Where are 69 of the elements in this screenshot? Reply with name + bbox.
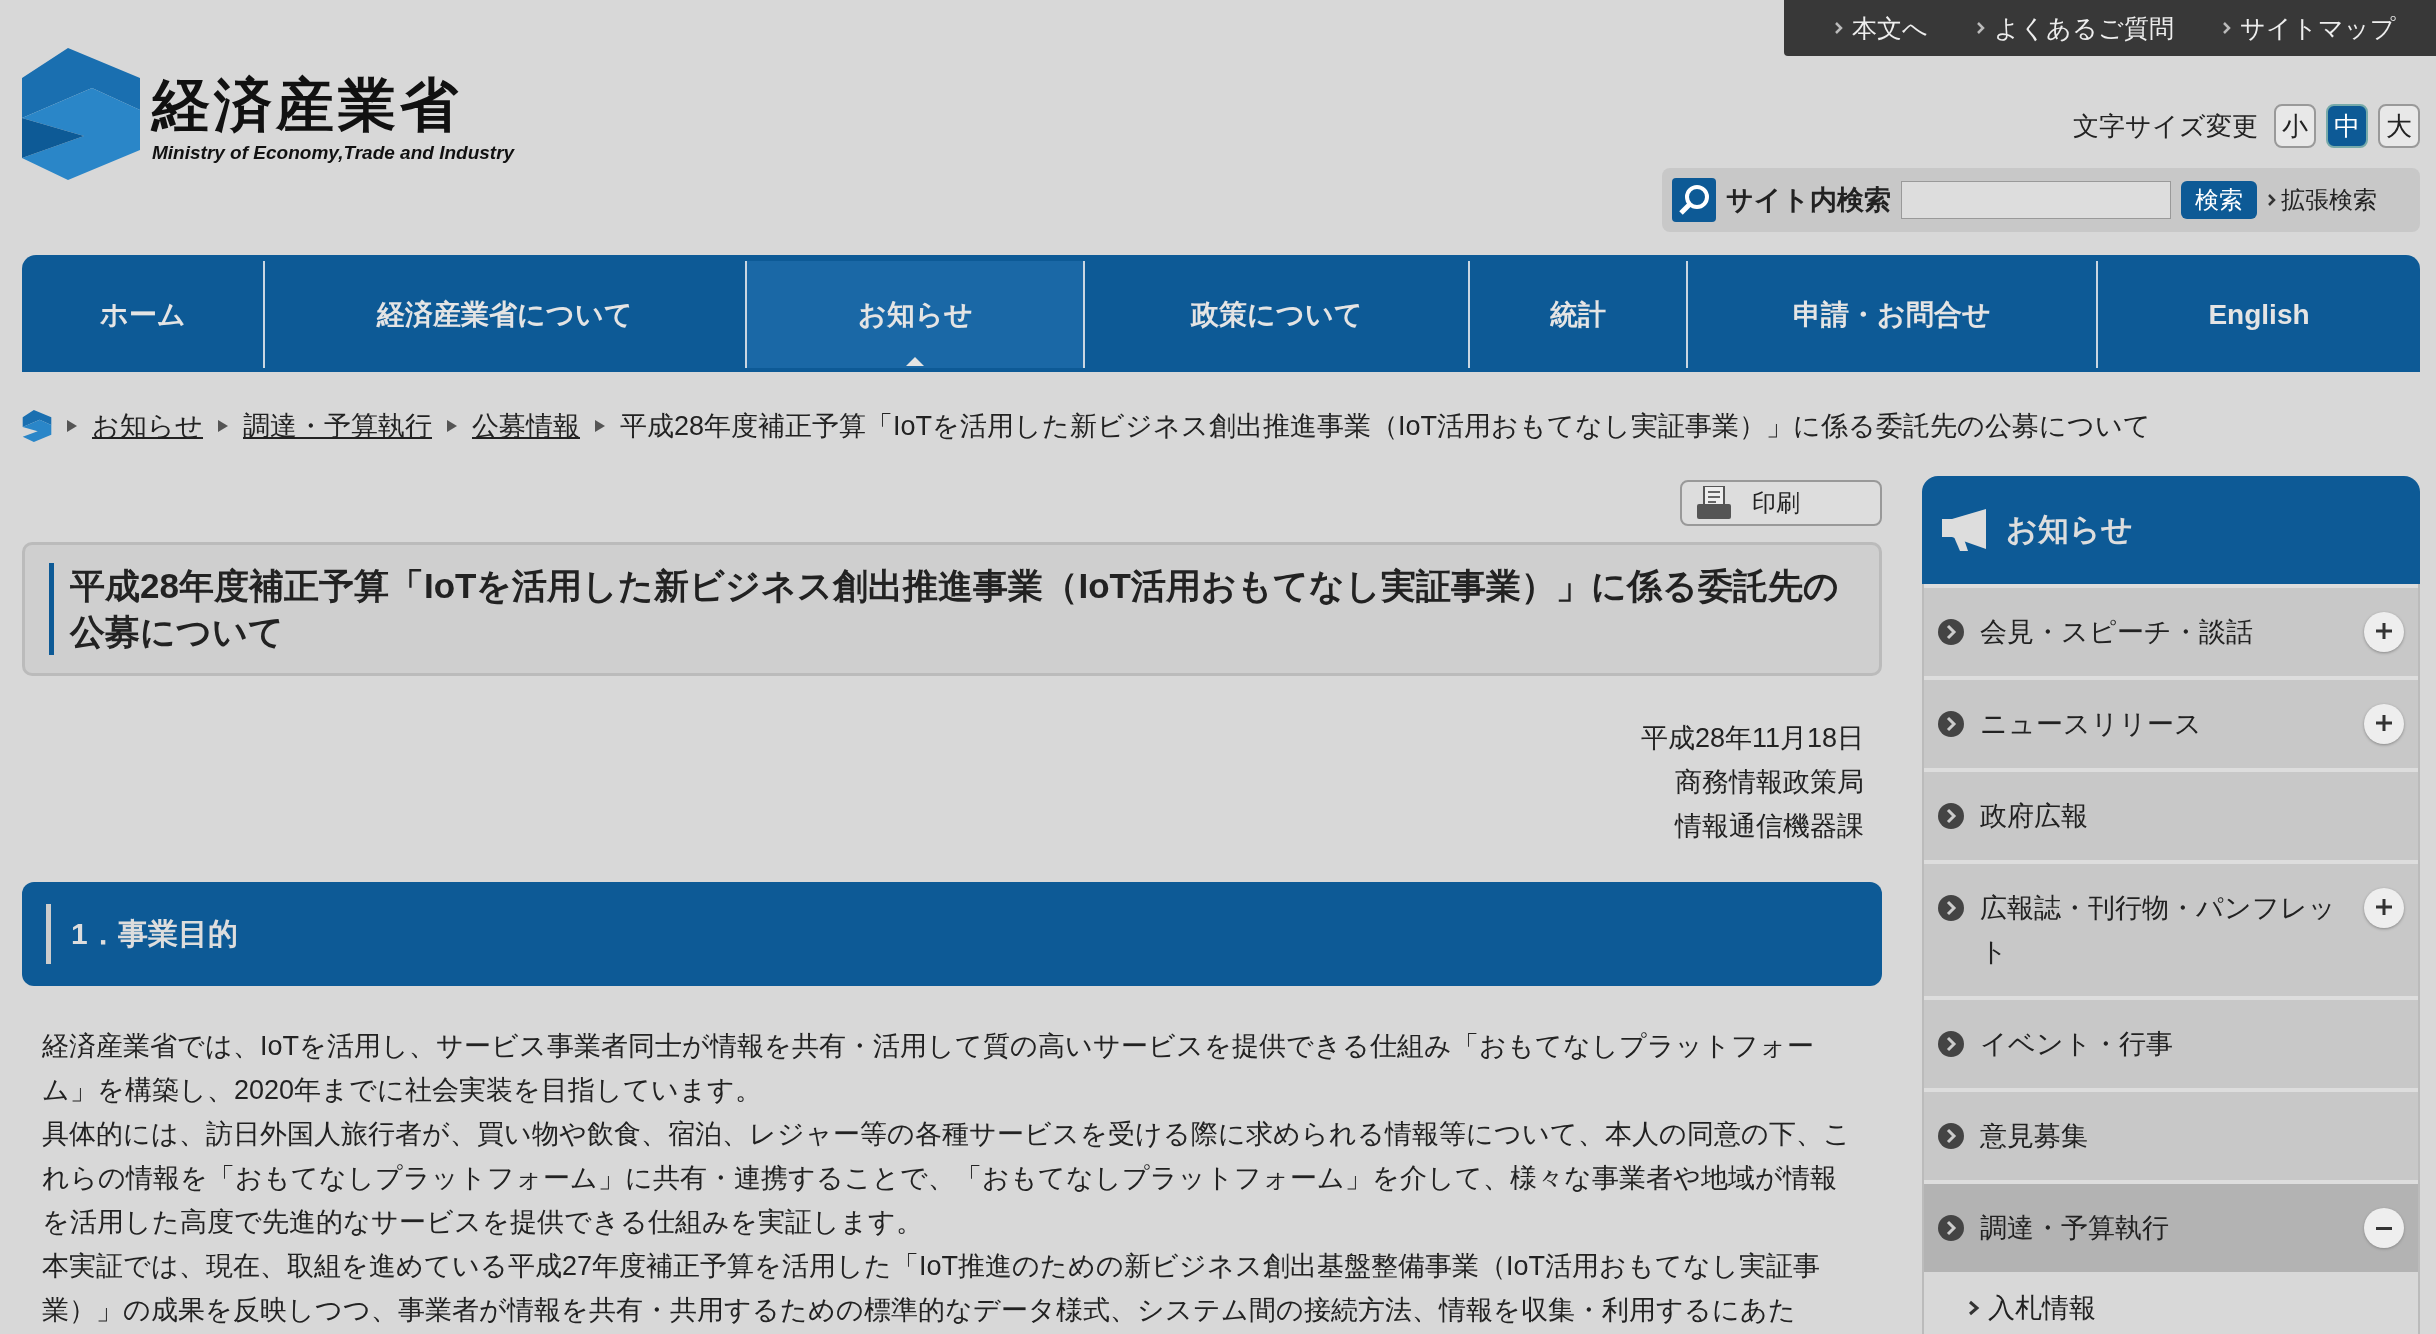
nav-tab[interactable]: 政策について — [1083, 261, 1468, 368]
sidebar-item[interactable]: 意見募集 — [1924, 1088, 2418, 1180]
plus-icon — [2375, 714, 2393, 732]
breadcrumb-current: 平成28年度補正予算「IoTを活用した新ビジネス創出推進事業（IoT活用おもてなし実証事業）」に係る委託先の公募について — [620, 410, 2152, 443]
plus-icon — [2375, 622, 2393, 640]
chevron-icon — [1976, 20, 1986, 36]
chevron-icon — [1938, 1031, 1964, 1057]
sidebar-item[interactable]: 広報誌・刊行物・パンフレット — [1924, 860, 2418, 996]
meta-text: 平成28年11月18日 — [1640, 722, 1864, 755]
meta-text: 商務情報政策局 — [1675, 766, 1864, 799]
body-paragraph: 具体的には、訪日外国人旅行者が、買い物や飲食、宿泊、レジャー等の各種サービスを受ける際に求められる情報等について、本人の同意の下、これらの情報を「おもてなしプラットフォーム」に共有・連携することで、「おもてなしプラットフォーム」を介して、様々な事業者や地域が情報を活用した高度で先進的なサービスを提供できる仕組みを実証します。 — [42, 1118, 1852, 1239]
sidebar-item[interactable]: ニュースリリース — [1924, 676, 2418, 768]
body-paragraph: 本実証では、現在、取組を進めている平成27年度補正予算を活用した「IoT推進のための新ビジネス創出基盤整備事業（IoT活用おもてなし実証事業）」の成果を反映しつつ、事業者が情報を共有・共用するための標準的なデータ様式、システム間の接続方法、情報を収集・利用するにあた — [42, 1250, 1822, 1327]
page-title: 平成28年度補正予算「IoTを活用した新ビジネス創出推進事業（IoT活用おもてなし実証事業）」に係る委託先の公募について — [49, 563, 1849, 655]
sidebar-item[interactable]: イベント・行事 — [1924, 996, 2418, 1088]
printer-icon — [1696, 486, 1732, 520]
breadcrumb-link[interactable]: 調達・予算執行 — [243, 408, 432, 444]
site-logo-title[interactable]: 経済産業省 — [152, 76, 515, 134]
advanced-search-link[interactable]: 拡張検索 — [2281, 184, 2377, 216]
breadcrumb-link[interactable]: 公募情報 — [472, 408, 580, 444]
search-field[interactable] — [1901, 181, 2171, 219]
separator-icon — [217, 419, 229, 433]
utility-link[interactable]: よくあるご質問 — [1994, 11, 2174, 45]
minus-icon — [2375, 1226, 2393, 1230]
sidebar-subitem[interactable]: 入札情報 — [1988, 1286, 2096, 1330]
chevron-icon — [2267, 192, 2277, 208]
sidebar-item[interactable]: 会見・スピーチ・談話 — [1924, 584, 2418, 676]
chevron-icon — [1968, 1299, 1980, 1317]
search-button[interactable]: 検索 — [2181, 181, 2257, 219]
sidebar-title: お知らせ — [2006, 511, 2133, 549]
logo-icon — [22, 48, 140, 180]
separator-icon — [66, 419, 78, 433]
font-size-button[interactable]: 小 — [2274, 104, 2316, 148]
site-logo-subtitle: Ministry of Economy,Trade and Industry — [152, 142, 515, 164]
nav-tab[interactable]: ホーム — [22, 261, 263, 368]
body-paragraph: 経済産業省では、IoTを活用し、サービス事業者同士が情報を共有・活用して質の高いサービスを提供できる仕組み「おもてなしプラットフォーム」を構築し、2020年までに社会実装を目指しています。 — [42, 1030, 1815, 1107]
chevron-icon — [1938, 895, 1964, 921]
font-size-label: 文字サイズ変更 — [2073, 109, 2258, 143]
print-button[interactable]: 印刷 — [1680, 480, 1882, 526]
chevron-icon — [1938, 619, 1964, 645]
search-label: サイト内検索 — [1726, 184, 1891, 217]
chevron-icon — [1938, 1215, 1964, 1241]
utility-link[interactable]: 本文へ — [1852, 11, 1928, 45]
expand-button[interactable] — [2364, 612, 2404, 652]
font-size-button[interactable]: 大 — [2378, 104, 2420, 148]
sidebar-item[interactable]: 調達・予算執行 — [1924, 1180, 2418, 1272]
meta-text: 情報通信機器課 — [1675, 810, 1864, 843]
home-icon[interactable] — [22, 410, 52, 442]
separator-icon — [446, 419, 458, 433]
collapse-button[interactable] — [2364, 1208, 2404, 1248]
breadcrumb-link[interactable]: お知らせ — [92, 408, 203, 444]
nav-tab[interactable]: 統計 — [1468, 261, 1686, 368]
nav-tab[interactable]: English — [2096, 261, 2420, 368]
plus-icon — [2375, 898, 2393, 916]
chevron-icon — [1938, 1123, 1964, 1149]
font-size-button[interactable]: 中 — [2326, 104, 2368, 148]
search-icon — [1672, 178, 1716, 222]
expand-button[interactable] — [2364, 704, 2404, 744]
separator-icon — [594, 419, 606, 433]
expand-button[interactable] — [2364, 888, 2404, 928]
nav-tab[interactable]: お知らせ — [745, 261, 1083, 368]
section-heading: 1．事業目的 — [46, 904, 238, 964]
chevron-icon — [1938, 803, 1964, 829]
utility-link[interactable]: サイトマップ — [2240, 11, 2396, 45]
chevron-icon — [1938, 711, 1964, 737]
nav-tab[interactable]: 申請・お問合せ — [1686, 261, 2096, 368]
chevron-icon — [1834, 20, 1844, 36]
chevron-icon — [2222, 20, 2232, 36]
sidebar-item[interactable]: 政府広報 — [1924, 768, 2418, 860]
